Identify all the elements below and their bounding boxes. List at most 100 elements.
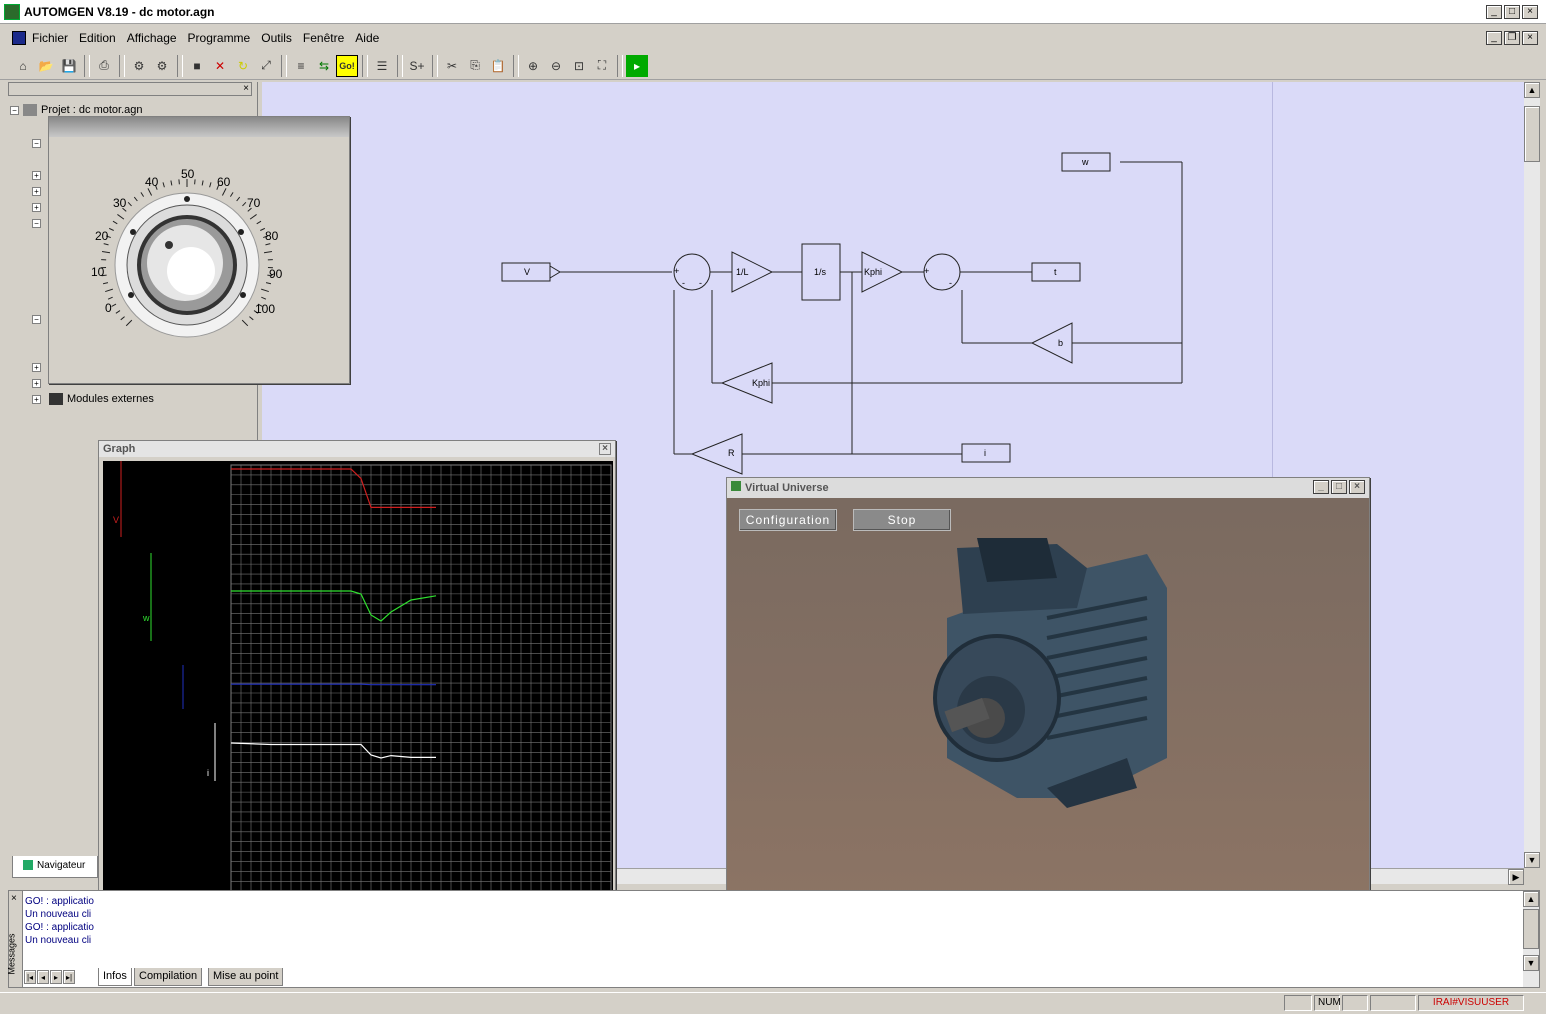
- save-icon[interactable]: 💾: [58, 55, 80, 77]
- compile-icon[interactable]: ⚙: [128, 55, 150, 77]
- tree-item-modules[interactable]: Modules externes: [67, 393, 154, 405]
- vu-stop-button[interactable]: Stop: [853, 509, 951, 531]
- status-field-3: [1342, 995, 1368, 1011]
- block-kphi[interactable]: Kphi: [864, 267, 882, 277]
- list-icon[interactable]: ☰: [371, 55, 393, 77]
- vu-close-button[interactable]: ×: [1349, 480, 1365, 494]
- connect-icon[interactable]: ⇆: [313, 55, 335, 77]
- vu-3d-scene[interactable]: [727, 498, 1369, 904]
- tab-last-icon[interactable]: ▸|: [63, 970, 75, 984]
- doc-minimize-button[interactable]: _: [1486, 31, 1502, 45]
- dial-label-10: 10: [91, 265, 105, 279]
- tab-compilation[interactable]: Compilation: [134, 968, 203, 986]
- print-icon[interactable]: ⎙: [93, 55, 115, 77]
- zoom-in-icon[interactable]: ⊕: [522, 55, 544, 77]
- block-i[interactable]: i: [984, 448, 986, 458]
- maximize-button[interactable]: □: [1504, 5, 1520, 19]
- tab-infos[interactable]: Infos: [98, 968, 132, 986]
- block-w[interactable]: w: [1082, 157, 1089, 167]
- menu-aide[interactable]: Aide: [355, 31, 379, 45]
- block-integrator[interactable]: 1/s: [814, 267, 826, 277]
- messages-scroll-down-icon[interactable]: ▼: [1523, 955, 1539, 971]
- menu-fenetre[interactable]: Fenêtre: [303, 31, 344, 45]
- block-r[interactable]: R: [728, 448, 735, 458]
- menu-edition[interactable]: Edition: [79, 31, 116, 45]
- scroll-right-icon[interactable]: ▶: [1508, 869, 1524, 885]
- add-step-icon[interactable]: S+: [406, 55, 428, 77]
- messages-close-icon[interactable]: ×: [11, 893, 17, 904]
- dial-tick: [201, 180, 204, 186]
- graph-close-icon[interactable]: ×: [599, 443, 611, 455]
- sum2-plus: +: [924, 266, 930, 276]
- window-title: AUTOMGEN V8.19 - dc motor.agn: [24, 4, 215, 19]
- paste-icon[interactable]: 📋: [487, 55, 509, 77]
- tab-prev-icon[interactable]: ◂: [37, 970, 49, 984]
- scroll-down-icon[interactable]: ▼: [1524, 852, 1540, 868]
- refresh-icon[interactable]: ↻: [232, 55, 254, 77]
- copy-icon[interactable]: ⎘: [464, 55, 486, 77]
- messages-scroll-thumb[interactable]: [1523, 909, 1539, 949]
- block-t[interactable]: t: [1054, 267, 1057, 277]
- dial-tick: [221, 188, 227, 196]
- go-button[interactable]: Go!: [336, 54, 358, 77]
- scroll-up-icon[interactable]: ▲: [1524, 82, 1540, 98]
- tab-navigateur[interactable]: Navigateur: [12, 856, 98, 878]
- app-icon: [4, 3, 20, 20]
- dial-tick: [261, 296, 267, 300]
- dial-tick: [170, 180, 173, 186]
- potentiometer-dial[interactable]: [49, 137, 349, 383]
- dial-tick: [127, 201, 132, 207]
- tab-first-icon[interactable]: |◂: [24, 970, 36, 984]
- vu-configuration-button[interactable]: Configuration: [739, 509, 837, 531]
- block-kphi-feedback[interactable]: Kphi: [752, 378, 770, 388]
- navigator-icon: [23, 860, 33, 871]
- message-line: GO! : applicatio: [25, 922, 94, 933]
- stop-icon[interactable]: ■: [186, 55, 208, 77]
- cut-icon[interactable]: ✂: [441, 55, 463, 77]
- dial-tick: [236, 196, 241, 202]
- dial-tick: [249, 214, 257, 220]
- block-inv-l[interactable]: 1/L: [736, 267, 749, 277]
- zoom-fit-icon[interactable]: ⊡: [568, 55, 590, 77]
- block-v[interactable]: V: [524, 267, 530, 277]
- new-project-icon[interactable]: ⌂: [12, 55, 34, 77]
- sum2-minus: -: [949, 278, 952, 288]
- vu-maximize-button[interactable]: □: [1331, 480, 1347, 494]
- zoom-all-icon[interactable]: ⛶: [591, 55, 613, 77]
- panel-close-icon[interactable]: ×: [243, 83, 249, 94]
- close-button[interactable]: ×: [1522, 5, 1538, 19]
- dial-label-70: 70: [247, 196, 261, 210]
- link-icon[interactable]: ≡: [290, 55, 312, 77]
- open-icon[interactable]: 📂: [35, 55, 57, 77]
- dial-tick: [229, 192, 234, 197]
- reset-icon[interactable]: ✕: [209, 55, 231, 77]
- dial-label-90: 90: [269, 267, 283, 281]
- scroll-thumb[interactable]: [1524, 106, 1540, 162]
- zoom-out-icon[interactable]: ⊖: [545, 55, 567, 77]
- dial-tick: [249, 316, 254, 321]
- status-user: IRAI#VISUUSER: [1418, 995, 1524, 1011]
- run-icon[interactable]: ▸: [626, 54, 648, 77]
- menu-affichage[interactable]: Affichage: [127, 31, 177, 45]
- series-label: i: [207, 768, 209, 778]
- messages-scroll-up-icon[interactable]: ▲: [1523, 891, 1539, 907]
- dial-tick: [242, 201, 247, 207]
- dial-tick: [125, 319, 133, 327]
- canvas-vertical-scrollbar[interactable]: ▲ ▼: [1524, 82, 1540, 868]
- tab-mise-au-point[interactable]: Mise au point: [208, 968, 284, 986]
- compile-all-icon[interactable]: ⚙: [151, 55, 173, 77]
- dial-label-0: 0: [105, 301, 112, 315]
- menu-outils[interactable]: Outils: [261, 31, 292, 45]
- tab-next-icon[interactable]: ▸: [50, 970, 62, 984]
- modules-icon: [49, 393, 63, 406]
- vu-minimize-button[interactable]: _: [1313, 480, 1329, 494]
- minimize-button[interactable]: _: [1486, 5, 1502, 19]
- step-icon[interactable]: ⤢: [255, 55, 277, 77]
- menu-fichier[interactable]: Fichier: [32, 31, 68, 45]
- menu-programme[interactable]: Programme: [188, 31, 251, 45]
- tree-root[interactable]: Projet : dc motor.agn: [41, 104, 143, 116]
- doc-close-button[interactable]: ×: [1522, 31, 1538, 45]
- block-b[interactable]: b: [1058, 338, 1063, 348]
- doc-restore-button[interactable]: ❐: [1504, 31, 1520, 45]
- graph-plot[interactable]: Vwi0.005.0010.0015.0020.0025.0030.0035.0…: [103, 461, 613, 947]
